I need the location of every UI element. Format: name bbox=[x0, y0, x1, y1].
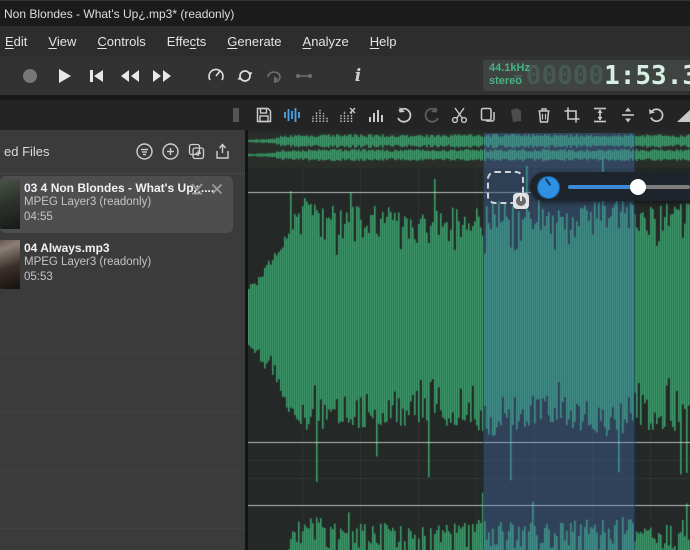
time-value: 1:53.3 bbox=[604, 61, 690, 91]
menu-controls[interactable]: Controls bbox=[90, 34, 152, 49]
fit-channels-button[interactable] bbox=[619, 106, 637, 124]
empty-row-divider bbox=[0, 353, 245, 354]
marker-link-button[interactable] bbox=[292, 56, 316, 95]
undo-button[interactable] bbox=[395, 106, 413, 124]
knob-icon bbox=[516, 196, 526, 206]
waveform-view-button[interactable] bbox=[283, 106, 301, 124]
toolbar bbox=[0, 100, 690, 130]
marker-link-icon bbox=[295, 71, 313, 81]
record-button[interactable] bbox=[18, 56, 42, 95]
time-display: 44.1kHz stereo -000001:53.3 bbox=[483, 60, 690, 91]
info-icon: i bbox=[355, 66, 361, 86]
empty-row-divider bbox=[0, 528, 245, 529]
main-content: ed Files 03 4 Non Blondes - What's Up¿..… bbox=[0, 130, 690, 550]
duplicate-file-icon[interactable] bbox=[188, 143, 205, 160]
gain-slider[interactable] bbox=[568, 185, 690, 189]
album-art-1 bbox=[0, 180, 20, 229]
file-item-1[interactable]: 03 4 Non Blondes - What's Up¿.... MPEG L… bbox=[0, 176, 233, 233]
save-button[interactable] bbox=[255, 106, 273, 124]
titlebar: Non Blondes - What's Up¿.mp3* (readonly) bbox=[0, 0, 690, 27]
redo-button[interactable] bbox=[423, 106, 441, 124]
menu-help[interactable]: Help bbox=[363, 34, 404, 49]
files-sidebar: ed Files 03 4 Non Blondes - What's Up¿..… bbox=[0, 130, 245, 550]
repeat-button[interactable] bbox=[262, 56, 286, 95]
fit-vertical-button[interactable] bbox=[591, 106, 609, 124]
file-duration: 05:53 bbox=[24, 270, 224, 285]
empty-row-divider bbox=[0, 470, 245, 471]
fast-forward-button[interactable] bbox=[150, 56, 174, 95]
file-format: MPEG Layer3 (readonly) bbox=[24, 255, 224, 270]
time-dim-digits: -00000 bbox=[510, 61, 604, 91]
rewind-icon bbox=[120, 69, 140, 83]
loop-button[interactable] bbox=[233, 56, 257, 95]
filter-icon[interactable] bbox=[136, 143, 153, 160]
rewind-button[interactable] bbox=[118, 56, 142, 95]
skip-start-icon bbox=[89, 69, 104, 83]
waveform-panel bbox=[248, 130, 690, 550]
menubar: Edit View Controls Effects Generate Anal… bbox=[0, 26, 690, 56]
delete-button[interactable] bbox=[535, 106, 553, 124]
copy-button[interactable] bbox=[479, 106, 497, 124]
info-button[interactable]: i bbox=[346, 56, 370, 95]
menu-view[interactable]: View bbox=[41, 34, 83, 49]
menu-analyze[interactable]: Analyze bbox=[296, 34, 356, 49]
export-file-icon[interactable] bbox=[214, 143, 231, 160]
file-title: 04 Always.mp3 bbox=[24, 241, 224, 255]
menu-edit[interactable]: Edit bbox=[0, 34, 34, 49]
file-format: MPEG Layer3 (readonly) bbox=[24, 195, 224, 210]
record-icon bbox=[22, 68, 38, 84]
toolbar-grip[interactable] bbox=[233, 108, 239, 122]
trim-button[interactable] bbox=[563, 106, 581, 124]
gain-slider-handle[interactable] bbox=[630, 179, 646, 195]
spectrogram-view-button[interactable] bbox=[311, 106, 329, 124]
selection-tool-button[interactable] bbox=[487, 171, 524, 204]
cut-button[interactable] bbox=[451, 106, 469, 124]
transport-bar: i 44.1kHz stereo -000001:53.3 bbox=[0, 56, 690, 95]
app-window: Non Blondes - What's Up¿.mp3* (readonly)… bbox=[0, 0, 690, 550]
fast-forward-icon bbox=[152, 69, 172, 83]
fade-ramp-button[interactable] bbox=[675, 106, 690, 124]
anchor-file-icon[interactable] bbox=[191, 183, 203, 195]
play-icon bbox=[57, 68, 72, 84]
revert-button[interactable] bbox=[647, 106, 665, 124]
playback-speed-icon bbox=[207, 67, 225, 85]
skip-start-button[interactable] bbox=[84, 56, 108, 95]
menu-generate[interactable]: Generate bbox=[220, 34, 288, 49]
gain-slider-fill bbox=[568, 185, 638, 189]
bars-view-button[interactable] bbox=[367, 106, 385, 124]
menu-effects[interactable]: Effects bbox=[160, 34, 214, 49]
time-counter: -000001:53.3 bbox=[510, 61, 690, 91]
repeat-icon bbox=[265, 68, 283, 84]
loop-icon bbox=[236, 68, 254, 84]
empty-row-divider bbox=[0, 412, 245, 413]
volume-overlay bbox=[530, 172, 690, 201]
file-duration: 04:55 bbox=[24, 210, 224, 225]
gain-knob-icon[interactable] bbox=[537, 176, 560, 199]
playback-speed-button[interactable] bbox=[204, 56, 228, 95]
play-button[interactable] bbox=[52, 56, 76, 95]
spectral-edit-view-button[interactable] bbox=[339, 106, 357, 124]
sidebar-title: ed Files bbox=[4, 144, 50, 159]
selection-knob-badge bbox=[513, 193, 529, 209]
paste-button[interactable] bbox=[507, 106, 525, 124]
album-art-2 bbox=[0, 240, 20, 289]
file-item-2[interactable]: 04 Always.mp3 MPEG Layer3 (readonly) 05:… bbox=[0, 236, 233, 293]
close-file-icon[interactable] bbox=[211, 183, 223, 195]
add-file-icon[interactable] bbox=[162, 143, 179, 160]
window-title: Non Blondes - What's Up¿.mp3* (readonly) bbox=[0, 7, 234, 21]
sidebar-header: ed Files bbox=[0, 130, 245, 174]
